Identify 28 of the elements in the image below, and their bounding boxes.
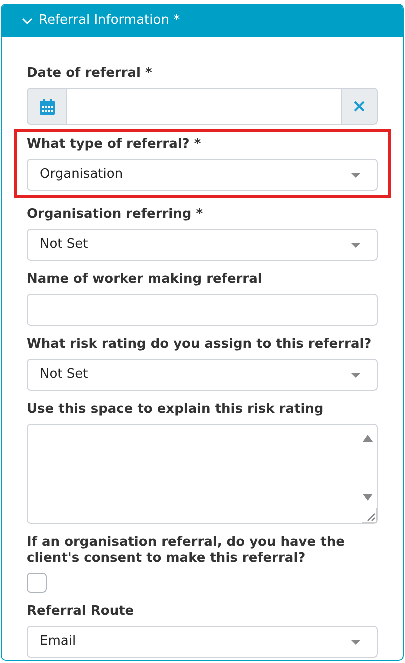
field-label: What type of referral? * <box>27 137 202 153</box>
close-icon <box>354 101 365 112</box>
text-area[interactable] <box>27 424 378 524</box>
calendar-icon <box>40 98 54 114</box>
text-input[interactable] <box>27 294 378 326</box>
chevron-icon <box>22 18 33 24</box>
field-label: Date of referral * <box>27 66 154 82</box>
scroll-up-icon <box>363 435 373 442</box>
caret-icon <box>351 640 361 644</box>
field-label: Use this space to explain this risk rating <box>27 402 325 418</box>
dropdown[interactable]: Not Set <box>27 229 378 261</box>
calendar-button[interactable] <box>27 88 67 125</box>
resize-grip-icon <box>362 508 377 523</box>
dropdown[interactable]: Organisation <box>27 159 378 191</box>
dropdown[interactable]: Not Set <box>27 359 378 391</box>
caret-icon <box>351 372 361 378</box>
clear-button[interactable] <box>341 88 378 125</box>
date-input[interactable] <box>67 88 341 125</box>
field-label: Referral Route <box>27 604 136 620</box>
caret-icon <box>351 172 361 178</box>
caret-icon <box>351 242 361 248</box>
field-label: What risk rating do you assign to this referral? <box>27 337 373 353</box>
field-label: Organisation referring * <box>27 207 204 223</box>
field-label: If an organisation referral, do you have the client's consent to make this referral? <box>27 535 346 567</box>
scroll-down-icon <box>363 494 373 501</box>
field-label: Name of worker making referral <box>27 272 264 288</box>
dropdown[interactable]: Email <box>27 626 378 658</box>
checkbox[interactable] <box>27 573 47 593</box>
